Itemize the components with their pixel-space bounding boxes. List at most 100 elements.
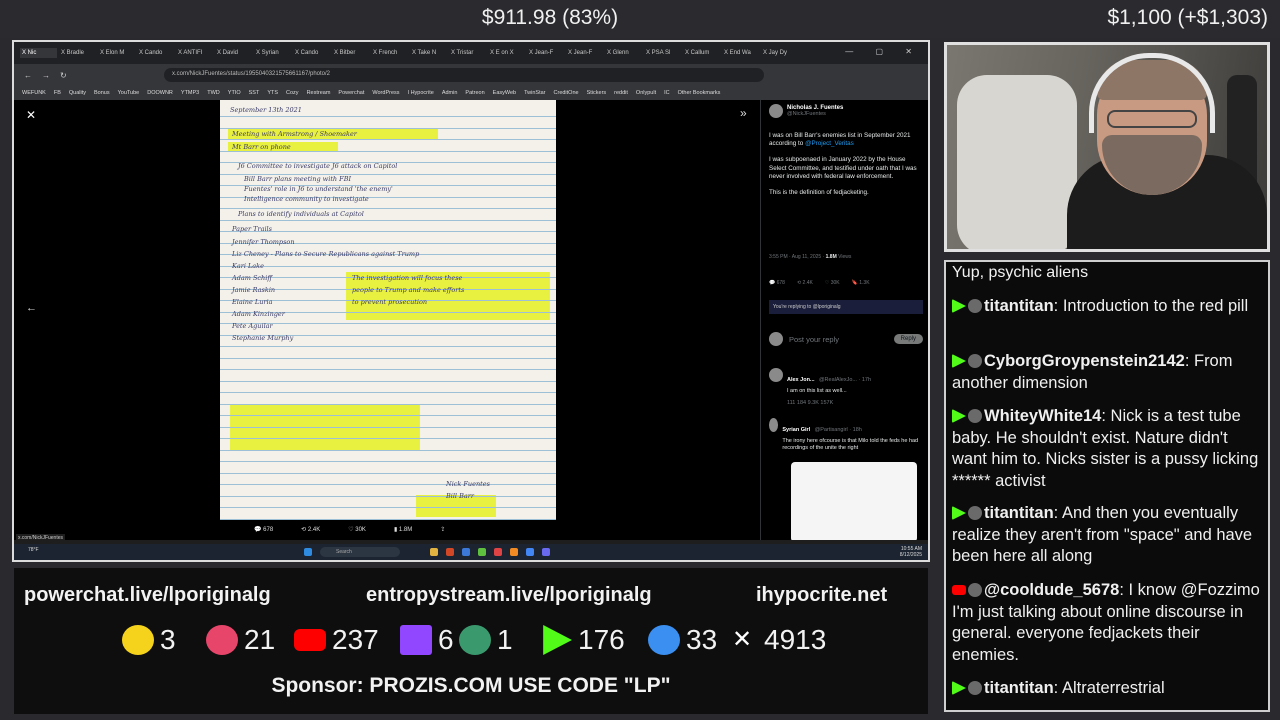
reply-input[interactable]: Post your reply: [789, 335, 888, 344]
browser-tab[interactable]: X Cando: [293, 48, 330, 58]
chat-username[interactable]: titantitan: [984, 679, 1054, 697]
image-repost-count[interactable]: ⟲ 2.4K: [301, 526, 320, 533]
bookmark-item[interactable]: I Hypocrite: [408, 90, 434, 96]
browser-tab[interactable]: X Take N: [410, 48, 447, 58]
reply-count[interactable]: 💬 678: [769, 280, 785, 286]
browser-tab[interactable]: X Syrian: [254, 48, 291, 58]
browser-tab[interactable]: X Tristar: [449, 48, 486, 58]
handwritten-line: Stephanie Murphy: [232, 334, 294, 342]
share-icon[interactable]: ⇪: [440, 526, 445, 533]
bookmark-item[interactable]: Quality: [69, 90, 86, 96]
bookmark-item[interactable]: WEFUNK: [22, 90, 46, 96]
url-field[interactable]: x.com/NickJFuentes/status/19550403215756…: [164, 68, 764, 82]
app-icon[interactable]: [446, 548, 454, 556]
browser-tab[interactable]: X Jay Dy: [761, 48, 798, 58]
chat-username[interactable]: titantitan: [984, 504, 1054, 522]
bookmark-item[interactable]: YTMP3: [181, 90, 199, 96]
image-view-count[interactable]: ▮ 1.8M: [394, 526, 412, 533]
browser-tab[interactable]: X Bradle: [59, 48, 96, 58]
entropystream-link: entropystream.live/lporiginalg: [366, 584, 652, 606]
bookmark-item[interactable]: TwinStar: [524, 90, 545, 96]
browser-tab[interactable]: X French: [371, 48, 408, 58]
bookmark-item[interactable]: Bonus: [94, 90, 110, 96]
reply-item[interactable]: Alex Jon... @RealAlexJo... · 17h I am on…: [769, 368, 925, 406]
chat-username[interactable]: @cooldude_5678: [984, 581, 1119, 599]
browser-tab[interactable]: X Nic: [20, 48, 57, 58]
close-icon[interactable]: ✕: [26, 108, 36, 122]
bookmark-item[interactable]: Restream: [307, 90, 331, 96]
app-icon[interactable]: [510, 548, 518, 556]
browser-tab[interactable]: X End Wa: [722, 48, 759, 58]
bookmark-item[interactable]: Patreon: [465, 90, 484, 96]
weather-widget[interactable]: 78°F: [28, 547, 39, 553]
reload-icon[interactable]: ↻: [60, 71, 67, 80]
bookmark-item[interactable]: IC: [664, 90, 670, 96]
bookmark-item[interactable]: WordPress: [372, 90, 399, 96]
twitch-icon: [400, 625, 432, 655]
browser-tab[interactable]: X Callum: [683, 48, 720, 58]
bookmark-item[interactable]: Stickers: [587, 90, 607, 96]
reply-button[interactable]: Reply: [893, 334, 923, 344]
reply-item[interactable]: Syrian Girl @Partisangirl · 18h The iron…: [769, 418, 925, 451]
avatar[interactable]: [769, 368, 783, 382]
bookmark-item[interactable]: YTS: [267, 90, 278, 96]
bookmark-item[interactable]: Powerchat: [338, 90, 364, 96]
browser-tab[interactable]: X PSA Sl: [644, 48, 681, 58]
user-badge-icon: [968, 409, 982, 423]
bookmark-item[interactable]: CreditOne: [554, 90, 579, 96]
expand-icon[interactable]: »: [740, 106, 747, 120]
reply-attached-image[interactable]: [791, 462, 917, 540]
handwritten-line: Kari Lake: [232, 262, 264, 270]
bookmark-item[interactable]: reddit: [614, 90, 628, 96]
browser-tab[interactable]: X Cando: [137, 48, 174, 58]
bookmark-item[interactable]: FB: [54, 90, 61, 96]
bookmark-item[interactable]: TWD: [207, 90, 220, 96]
browser-tab[interactable]: X ANTIFI: [176, 48, 213, 58]
image-like-count[interactable]: ♡ 30K: [348, 526, 366, 533]
app-icon[interactable]: [478, 548, 486, 556]
browser-tab[interactable]: X Jean-F: [527, 48, 564, 58]
image-reply-count[interactable]: 💬 678: [254, 526, 273, 533]
bookmark-item[interactable]: YouTube: [118, 90, 140, 96]
avatar[interactable]: [769, 104, 783, 118]
tweet-author[interactable]: Nicholas J. Fuentes @NickJFuentes: [769, 104, 843, 118]
bookmark-item[interactable]: EasyWeb: [493, 90, 516, 96]
bookmark-item[interactable]: SST: [249, 90, 260, 96]
window-controls[interactable]: — ▢ ✕: [845, 47, 922, 56]
taskbar-search[interactable]: Search: [320, 547, 400, 557]
browser-tab[interactable]: X David: [215, 48, 252, 58]
taskbar-clock[interactable]: 10:55 AM 8/12/2025: [900, 546, 922, 558]
bookmark-item[interactable]: Admin: [442, 90, 458, 96]
app-icon[interactable]: [494, 548, 502, 556]
bookmark-item[interactable]: Other Bookmarks: [678, 90, 721, 96]
viewer-count-item: 237: [294, 624, 379, 656]
bookmark-count[interactable]: 🔖 1.3K: [852, 280, 870, 286]
bookmark-item[interactable]: YTIO: [228, 90, 241, 96]
avatar[interactable]: [769, 418, 779, 432]
handwritten-line: Jennifer Thompson: [232, 238, 295, 246]
chrome-icon[interactable]: [526, 548, 534, 556]
browser-tab[interactable]: X Jean-F: [566, 48, 603, 58]
bookmark-item[interactable]: DOOWNR: [147, 90, 173, 96]
like-count[interactable]: ♡ 30K: [825, 280, 840, 286]
back-icon[interactable]: ←: [24, 71, 32, 80]
browser-tab[interactable]: X Elon M: [98, 48, 135, 58]
app-icon[interactable]: [462, 548, 470, 556]
browser-tab[interactable]: X Glenn: [605, 48, 642, 58]
bookmark-item[interactable]: Cozy: [286, 90, 299, 96]
mention-link[interactable]: @Project_Veritas: [805, 140, 854, 147]
chat-username[interactable]: CyborgGroypenstein2142: [984, 352, 1185, 370]
kick-icon: [952, 409, 966, 423]
chat-username[interactable]: titantitan: [984, 297, 1054, 315]
handwritten-line: Jamie Raskin: [232, 286, 276, 294]
previous-photo-icon[interactable]: ←: [26, 302, 37, 314]
bookmark-item[interactable]: Onlypult: [636, 90, 656, 96]
folder-icon[interactable]: [430, 548, 438, 556]
windows-start-icon[interactable]: [304, 548, 312, 556]
browser-tab[interactable]: X Bitber: [332, 48, 369, 58]
repost-count[interactable]: ⟲ 2.4K: [797, 280, 813, 286]
chat-username[interactable]: WhiteyWhite14: [984, 407, 1101, 425]
app-icon[interactable]: [542, 548, 550, 556]
forward-icon[interactable]: →: [42, 71, 50, 80]
browser-tab[interactable]: X E on X: [488, 48, 525, 58]
